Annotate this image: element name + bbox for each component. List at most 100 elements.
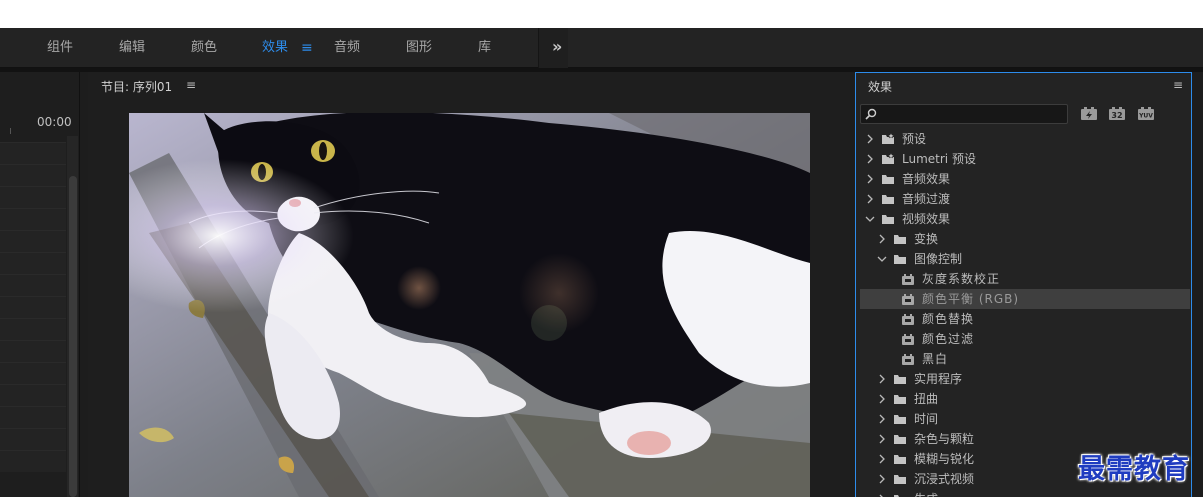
chevron-right-icon[interactable] xyxy=(864,169,876,189)
track-row[interactable] xyxy=(0,142,66,164)
top-white-strip xyxy=(0,0,1203,28)
tree-item-label: 颜色平衡 (RGB) xyxy=(922,292,1020,306)
yuv-effects-icon[interactable]: YUV xyxy=(1137,106,1155,121)
effect-item[interactable]: 颜色过滤 xyxy=(860,329,1190,349)
cat-on-pavement-image xyxy=(129,113,810,497)
chevron-right-icon[interactable] xyxy=(876,409,888,429)
effect-item[interactable]: 灰度系数校正 xyxy=(860,269,1190,289)
effects-folder-item[interactable]: 音频效果 xyxy=(860,169,1190,189)
tree-item-label: 模糊与锐化 xyxy=(914,452,975,466)
tree-item-label: 颜色替换 xyxy=(922,312,975,326)
search-icon xyxy=(865,108,877,120)
chevron-right-icon[interactable] xyxy=(864,129,876,149)
workspace-tab-color[interactable]: 颜色 xyxy=(191,28,217,68)
chevron-right-icon[interactable] xyxy=(876,469,888,489)
effect-icon xyxy=(902,334,914,345)
effects-search-input[interactable] xyxy=(879,106,1065,122)
workspace-tab-graphics[interactable]: 图形 xyxy=(406,28,432,68)
track-row[interactable] xyxy=(0,318,66,340)
workspace-tab-audio[interactable]: 音频 xyxy=(334,28,360,68)
effect-icon xyxy=(902,274,914,285)
chevron-right-icon[interactable] xyxy=(876,389,888,409)
tree-item-label: 音频过渡 xyxy=(902,192,951,206)
chevron-right-icon[interactable] xyxy=(864,149,876,169)
effects-search-box[interactable] xyxy=(860,104,1068,124)
effects-folder-item[interactable]: 预设 xyxy=(860,129,1190,149)
watermark-logo: 最需教育 xyxy=(1078,454,1190,485)
workspace-bar: 组件 编辑 颜色 效果 ≡ 音频 图形 库 » xyxy=(0,28,1203,68)
track-row[interactable] xyxy=(0,384,66,406)
program-monitor-menu-icon[interactable]: ≡ xyxy=(186,78,196,92)
folder-icon xyxy=(894,495,906,497)
track-row[interactable] xyxy=(0,406,66,428)
track-row[interactable] xyxy=(0,450,66,472)
workspace-tab-editing[interactable]: 编辑 xyxy=(119,28,145,68)
effects-tree: 预设 Lumetri 预设音频效果音频过渡视频效果变换 图像控制灰度系数校正颜色平衡… xyxy=(860,129,1190,497)
effects-panel-menu-icon[interactable]: ≡ xyxy=(1173,78,1183,92)
preset-folder-icon xyxy=(882,133,895,144)
effects-folder-item[interactable]: 杂色与颗粒 xyxy=(860,429,1190,449)
track-row[interactable] xyxy=(0,208,66,230)
effect-item[interactable]: 颜色平衡 (RGB) xyxy=(860,289,1190,309)
effects-folder-item[interactable]: 变换 xyxy=(860,229,1190,249)
workspace-more-icon[interactable]: » xyxy=(552,28,562,68)
32bit-color-icon[interactable]: 32 xyxy=(1108,106,1126,121)
tree-item-label: 灰度系数校正 xyxy=(922,272,1001,286)
track-row[interactable] xyxy=(0,186,66,208)
track-row[interactable] xyxy=(0,164,66,186)
video-frame[interactable] xyxy=(129,113,810,497)
effects-folder-item[interactable]: 图像控制 xyxy=(860,249,1190,269)
chevron-right-icon[interactable] xyxy=(876,449,888,469)
chevron-right-icon[interactable] xyxy=(876,429,888,449)
workspace-menu-icon[interactable]: ≡ xyxy=(301,28,313,68)
folder-icon xyxy=(882,175,894,184)
tree-item-label: 杂色与颗粒 xyxy=(914,432,975,446)
yuv-label: YUV xyxy=(1138,113,1153,120)
track-row[interactable] xyxy=(0,230,66,252)
tree-item-label: 视频效果 xyxy=(902,212,951,226)
effects-folder-item[interactable]: 扭曲 xyxy=(860,389,1190,409)
effect-item[interactable]: 黑白 xyxy=(860,349,1190,369)
chevron-right-icon[interactable] xyxy=(864,189,876,209)
timeline-timecode: 00:00 xyxy=(37,115,72,129)
program-monitor-title[interactable]: 节目: 序列01 xyxy=(101,78,172,95)
folder-icon xyxy=(882,195,894,204)
tree-item-label: 沉浸式视频 xyxy=(914,472,975,486)
chevron-right-icon[interactable] xyxy=(876,229,888,249)
workspace-tab-effects[interactable]: 效果 xyxy=(262,28,288,68)
32bit-label: 32 xyxy=(1111,111,1122,120)
folder-icon xyxy=(882,215,894,224)
timeline-scrollbar-thumb[interactable] xyxy=(69,176,77,497)
tree-item-label: 黑白 xyxy=(922,352,949,366)
folder-icon xyxy=(894,435,906,444)
timeline-panel: 00:00 xyxy=(0,72,80,497)
tree-item-label: 实用程序 xyxy=(914,372,963,386)
workspace-tab-libraries[interactable]: 库 xyxy=(478,28,491,68)
track-row[interactable] xyxy=(0,252,66,274)
track-row[interactable] xyxy=(0,274,66,296)
effects-panel-title[interactable]: 效果 xyxy=(868,78,892,95)
chevron-right-icon[interactable] xyxy=(876,489,888,497)
track-row[interactable] xyxy=(0,362,66,384)
accelerated-effects-icon[interactable] xyxy=(1080,106,1098,121)
effects-folder-item[interactable]: 视频效果 xyxy=(860,209,1190,229)
effects-folder-item[interactable]: Lumetri 预设 xyxy=(860,149,1190,169)
effect-item[interactable]: 颜色替换 xyxy=(860,309,1190,329)
effect-icon xyxy=(902,354,914,365)
effects-folder-item[interactable]: 时间 xyxy=(860,409,1190,429)
chevron-down-icon[interactable] xyxy=(864,209,876,229)
preset-folder-icon xyxy=(882,153,895,164)
chevron-right-icon[interactable] xyxy=(876,369,888,389)
folder-icon xyxy=(894,395,906,404)
effects-folder-item[interactable]: 生成 xyxy=(860,489,1190,497)
tree-item-label: Lumetri 预设 xyxy=(902,152,976,166)
ruler-tick xyxy=(10,128,11,134)
track-row[interactable] xyxy=(0,296,66,318)
track-row[interactable] xyxy=(0,340,66,362)
tree-item-label: 预设 xyxy=(902,132,927,146)
chevron-down-icon[interactable] xyxy=(876,249,888,269)
workspace-tab-assembly[interactable]: 组件 xyxy=(47,28,73,68)
track-row[interactable] xyxy=(0,428,66,450)
effects-folder-item[interactable]: 音频过渡 xyxy=(860,189,1190,209)
effects-folder-item[interactable]: 实用程序 xyxy=(860,369,1190,389)
